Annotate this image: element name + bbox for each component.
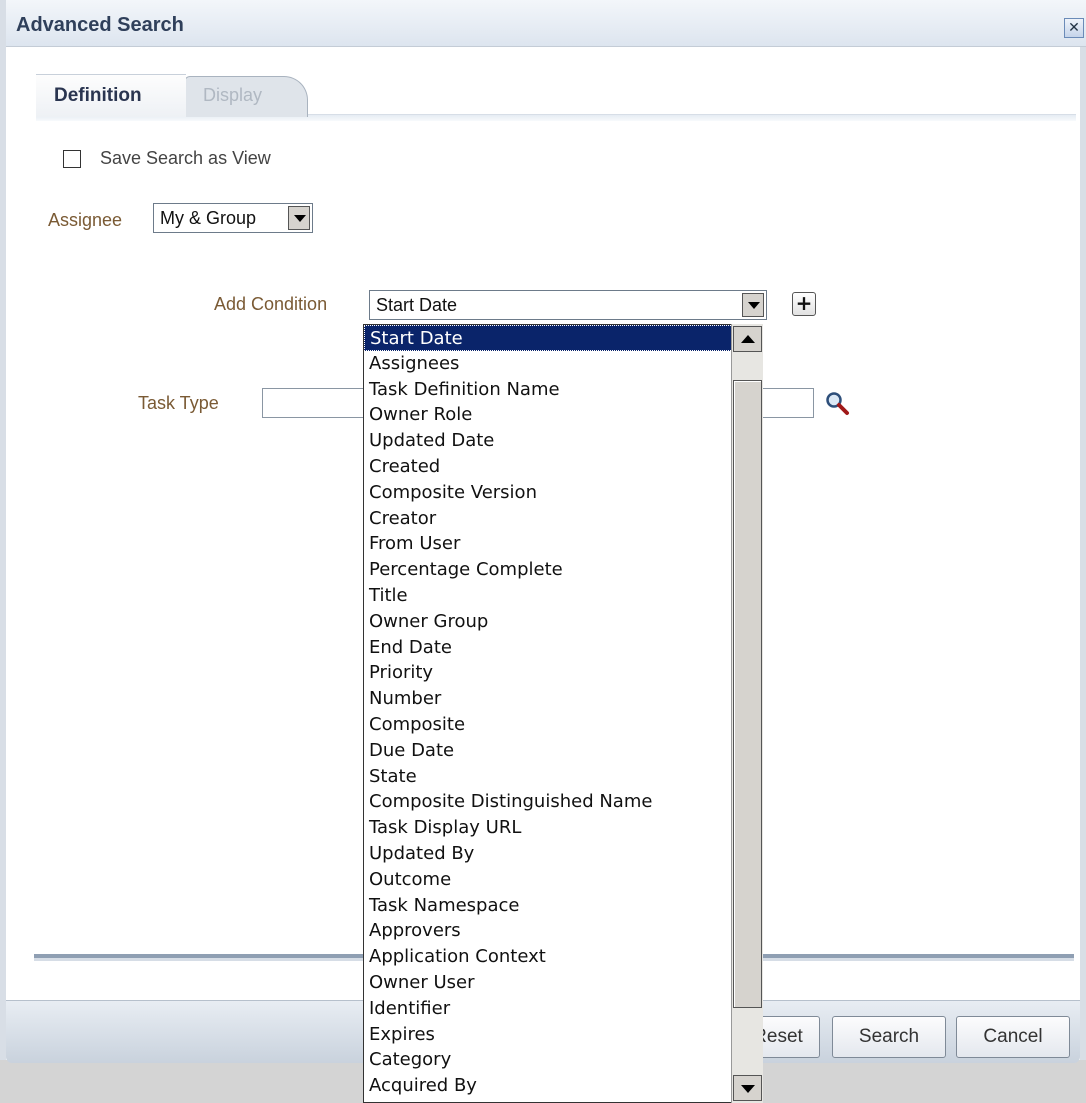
- dropdown-option[interactable]: Creator: [364, 506, 763, 532]
- dropdown-option[interactable]: Task Namespace: [364, 893, 763, 919]
- tab-strip: Display Definition: [36, 74, 1076, 122]
- scrollbar-thumb[interactable]: [733, 380, 762, 1008]
- add-condition-value: Start Date: [376, 295, 458, 315]
- dropdown-option[interactable]: Expires: [364, 1022, 763, 1048]
- cancel-button[interactable]: Cancel: [956, 1016, 1070, 1058]
- dropdown-option[interactable]: Priority: [364, 660, 763, 686]
- dropdown-option[interactable]: Due Date: [364, 738, 763, 764]
- dialog-title: Advanced Search: [16, 14, 184, 36]
- dropdown-option[interactable]: Category: [364, 1047, 763, 1073]
- close-icon[interactable]: ✕: [1064, 18, 1084, 38]
- dropdown-option[interactable]: Start Date: [364, 325, 763, 351]
- dropdown-option[interactable]: Task Definition Name: [364, 377, 763, 403]
- chevron-down-icon[interactable]: [288, 206, 310, 230]
- dropdown-scrollbar[interactable]: [731, 324, 763, 1103]
- dropdown-option[interactable]: Owner User: [364, 970, 763, 996]
- assignee-label: Assignee: [48, 210, 123, 230]
- save-search-label: Save Search as View: [100, 148, 271, 168]
- tab-definition-label: Definition: [54, 85, 142, 106]
- search-button[interactable]: Search: [832, 1016, 946, 1058]
- tab-definition[interactable]: Definition: [36, 74, 186, 117]
- dropdown-option[interactable]: Owner Role: [364, 402, 763, 428]
- dropdown-option[interactable]: End Date: [364, 635, 763, 661]
- dropdown-option[interactable]: Identifier: [364, 996, 763, 1022]
- scroll-down-icon[interactable]: [733, 1075, 762, 1101]
- dropdown-option[interactable]: Updated By: [364, 841, 763, 867]
- dialog-titlebar: Advanced Search ✕: [6, 0, 1086, 47]
- task-type-label: Task Type: [138, 393, 219, 413]
- tab-display-label: Display: [203, 85, 263, 105]
- tab-display[interactable]: Display: [184, 76, 308, 117]
- dropdown-option[interactable]: Composite Version: [364, 480, 763, 506]
- dropdown-option[interactable]: Composite: [364, 712, 763, 738]
- save-search-checkbox[interactable]: [63, 150, 81, 168]
- search-icon[interactable]: [824, 390, 850, 416]
- dropdown-option[interactable]: Number: [364, 686, 763, 712]
- dropdown-option[interactable]: Task Display URL: [364, 815, 763, 841]
- dropdown-option[interactable]: Percentage Complete: [364, 557, 763, 583]
- dropdown-option[interactable]: Approvers: [364, 918, 763, 944]
- add-condition-label: Add Condition: [214, 294, 328, 314]
- dropdown-option[interactable]: Composite Distinguished Name: [364, 789, 763, 815]
- add-condition-select[interactable]: Start Date: [369, 290, 767, 320]
- assignee-value: My & Group: [160, 208, 257, 228]
- dropdown-option[interactable]: Created: [364, 454, 763, 480]
- dropdown-option[interactable]: Owner Group: [364, 609, 763, 635]
- dropdown-option[interactable]: Assignees: [364, 351, 763, 377]
- condition-dropdown-list: Start Date Assignees Task Definition Name O…: [363, 324, 763, 1103]
- add-condition-button[interactable]: +: [792, 292, 816, 316]
- dropdown-option[interactable]: Title: [364, 583, 763, 609]
- assignee-select[interactable]: My & Group: [153, 203, 313, 233]
- dropdown-option[interactable]: Outcome: [364, 867, 763, 893]
- chevron-down-icon[interactable]: [742, 293, 764, 317]
- dropdown-option[interactable]: Acquired By: [364, 1073, 763, 1099]
- dropdown-option[interactable]: Updated Date: [364, 428, 763, 454]
- scroll-up-icon[interactable]: [733, 326, 762, 352]
- dropdown-option[interactable]: From User: [364, 531, 763, 557]
- dropdown-option[interactable]: Application Context: [364, 944, 763, 970]
- dropdown-option[interactable]: State: [364, 764, 763, 790]
